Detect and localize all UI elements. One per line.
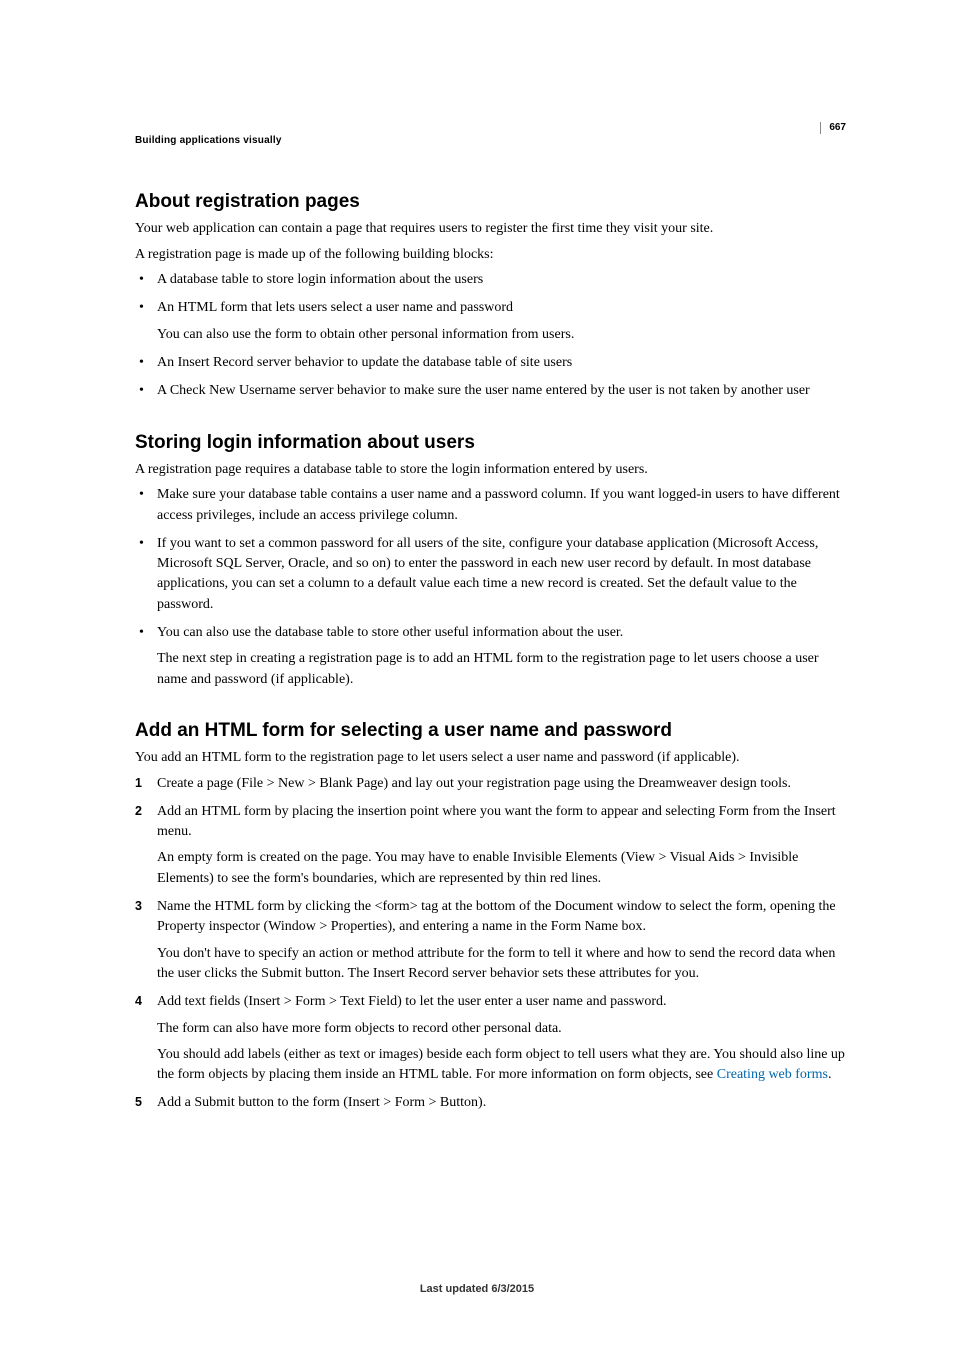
list-subtext: The form can also have more form objects… xyxy=(157,1019,846,1039)
list-subtext: You can also use the form to obtain othe… xyxy=(157,325,846,345)
bullet-icon: • xyxy=(139,381,144,401)
body-text: A registration page is made up of the fo… xyxy=(135,245,846,265)
bullet-icon: • xyxy=(139,534,144,554)
list-item: 5 Add a Submit button to the form (Insert… xyxy=(135,1093,846,1113)
list-subtext-part: . xyxy=(828,1067,832,1082)
list-text: Make sure your database table contains a… xyxy=(157,487,840,522)
list-text: Add text fields (Insert > Form > Text Fi… xyxy=(157,994,666,1009)
bullet-list: • Make sure your database table contains … xyxy=(135,485,846,690)
list-item: • A database table to store login informa… xyxy=(135,270,846,290)
list-text: You can also use the database table to s… xyxy=(157,625,623,640)
list-text: If you want to set a common password for… xyxy=(157,536,818,612)
list-text: A Check New Username server behavior to … xyxy=(157,383,810,398)
page-number: 667 xyxy=(820,122,846,134)
heading-about-registration: About registration pages xyxy=(135,191,846,213)
bullet-list: • A database table to store login informa… xyxy=(135,270,846,401)
list-item: • A Check New Username server behavior to… xyxy=(135,381,846,401)
heading-storing-login: Storing login information about users xyxy=(135,432,846,454)
list-item: • An Insert Record server behavior to upd… xyxy=(135,353,846,373)
list-item: 3 Name the HTML form by clicking the <for… xyxy=(135,897,846,984)
list-subtext: You should add labels (either as text or… xyxy=(157,1045,846,1086)
list-subtext: The next step in creating a registration… xyxy=(157,649,846,690)
list-subtext: An empty form is created on the page. Yo… xyxy=(157,848,846,889)
body-text: A registration page requires a database … xyxy=(135,460,846,480)
bullet-icon: • xyxy=(139,485,144,505)
step-number: 1 xyxy=(135,774,142,792)
step-number: 2 xyxy=(135,802,142,820)
list-item: 1 Create a page (File > New > Blank Page)… xyxy=(135,774,846,794)
list-text: An HTML form that lets users select a us… xyxy=(157,300,513,315)
list-item: 4 Add text fields (Insert > Form > Text F… xyxy=(135,992,846,1085)
list-item: • You can also use the database table to … xyxy=(135,623,846,690)
list-text: An Insert Record server behavior to upda… xyxy=(157,355,572,370)
bullet-icon: • xyxy=(139,353,144,373)
body-text: Your web application can contain a page … xyxy=(135,219,846,239)
list-item: • An HTML form that lets users select a u… xyxy=(135,298,846,345)
list-item: • Make sure your database table contains … xyxy=(135,485,846,526)
bullet-icon: • xyxy=(139,298,144,318)
list-item: 2 Add an HTML form by placing the inserti… xyxy=(135,802,846,889)
bullet-icon: • xyxy=(139,623,144,643)
list-item: • If you want to set a common password fo… xyxy=(135,534,846,615)
body-text: You add an HTML form to the registration… xyxy=(135,748,846,768)
list-text: Add an HTML form by placing the insertio… xyxy=(157,804,836,839)
list-text: Name the HTML form by clicking the <form… xyxy=(157,899,836,934)
page-container: 667 Building applications visually About… xyxy=(0,0,954,1350)
step-number: 3 xyxy=(135,897,142,915)
step-number: 4 xyxy=(135,992,142,1010)
list-text: A database table to store login informat… xyxy=(157,272,483,287)
list-subtext: You don't have to specify an action or m… xyxy=(157,944,846,985)
heading-add-html-form: Add an HTML form for selecting a user na… xyxy=(135,720,846,742)
section-header: Building applications visually xyxy=(135,135,846,146)
numbered-list: 1 Create a page (File > New > Blank Page)… xyxy=(135,774,846,1114)
step-number: 5 xyxy=(135,1093,142,1111)
link-creating-web-forms[interactable]: Creating web forms xyxy=(717,1067,828,1082)
list-text: Create a page (File > New > Blank Page) … xyxy=(157,776,791,791)
list-text: Add a Submit button to the form (Insert … xyxy=(157,1095,486,1110)
page-footer: Last updated 6/3/2015 xyxy=(0,1283,954,1295)
bullet-icon: • xyxy=(139,270,144,290)
